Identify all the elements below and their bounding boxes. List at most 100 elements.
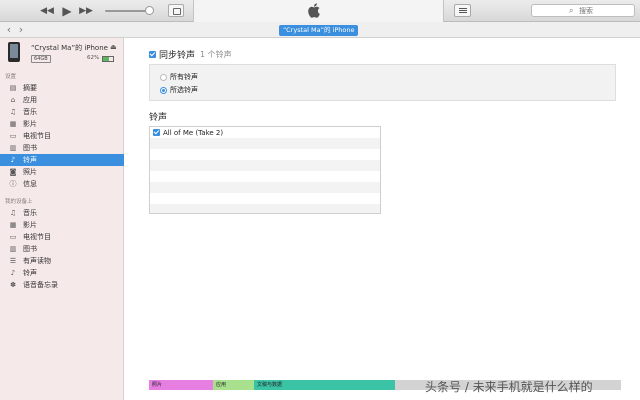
music-icon: ♫ [9,108,17,116]
navigation-bar: ‹ › “Crystal Ma”的 iPhone [0,22,640,38]
sidebar-item-label: 信息 [23,180,37,188]
ringtone-row[interactable]: All of Me (Take 2) [150,127,380,138]
apps-icon: ⌂ [10,96,16,104]
sidebar-item-label: 音乐 [23,209,37,217]
ringtones-title: 铃声 [149,113,168,123]
music-icon: ♫ [9,209,17,217]
battery-percent: 62% [87,55,100,61]
battery-icon [102,56,114,62]
radio-selected[interactable] [160,86,167,94]
device-item-audiobooks[interactable]: ☰ 有声读物 [0,255,124,267]
sidebar-item-label: 图书 [23,144,37,152]
sidebar: “Crystal Ma”的 iPhone ⏏ 64GB 62% 设置 ▤ 摘要 ⌂ 应… [0,38,124,400]
search-icon: ⌕ [569,6,574,15]
forward-button[interactable]: › [15,23,27,36]
option-all-ringtones[interactable]: 所有铃声 [160,72,198,82]
ringtone-checkbox[interactable] [153,129,160,136]
capacity-photos: 照片 [149,380,213,390]
device-button[interactable]: “Crystal Ma”的 iPhone [279,25,359,36]
sync-label: 同步铃声 [159,51,196,61]
summary-icon: ▤ [9,84,17,92]
play-icon[interactable]: ▶ [60,4,74,18]
fast-forward-icon[interactable]: ▶▶ [79,4,93,17]
tv-icon: ▭ [9,132,17,140]
volume-knob[interactable] [145,6,154,15]
camera-icon: ◙ [9,168,17,176]
empty-row [150,149,380,160]
sidebar-item-music[interactable]: ♫ 音乐 [0,106,124,118]
sidebar-item-label: 图书 [23,245,37,253]
device-name: “Crystal Ma”的 iPhone [31,44,108,52]
device-item-bell[interactable]: ♪ 铃声 [0,267,124,279]
empty-row [150,160,380,171]
settings-header: 设置 [5,74,17,80]
sidebar-item-label: 影片 [23,221,37,229]
sidebar-item-label: 语音备忘录 [23,281,58,289]
sidebar-item-label: 应用 [23,96,37,104]
sidebar-item-label: 摘要 [23,84,37,92]
battery-level [103,57,110,61]
sidebar-item-apps[interactable]: ⌂ 应用 [0,94,124,106]
sidebar-item-label: 铃声 [23,269,37,277]
sync-options-box: 所有铃声 所选铃声 [149,64,616,101]
back-button[interactable]: ‹ [3,23,15,36]
capacity-apps: 应用 [213,380,254,390]
empty-row [150,182,380,193]
sidebar-item-books[interactable]: ▥ 图书 [0,142,124,154]
capacity-docs: 文稿与数据 [254,380,395,390]
option-selected-label: 所选铃声 [170,86,198,94]
option-selected-ringtones[interactable]: 所选铃声 [160,85,198,95]
movies-icon: ▦ [9,221,17,229]
device-item-books[interactable]: ▥ 图书 [0,243,124,255]
audiobooks-icon: ☰ [9,257,17,265]
ringtones-list: All of Me (Take 2) [149,126,381,214]
ringtone-name: All of Me (Take 2) [163,128,224,137]
device-item-tv[interactable]: ▭ 电视节目 [0,231,124,243]
airplay-button[interactable] [168,4,184,17]
iphone-icon [8,42,20,62]
watermark: 头条号 / 未来手机就是什么样的 [425,380,593,394]
sidebar-item-bell[interactable]: ♪ 铃声 [0,154,124,166]
sidebar-item-label: 影片 [23,120,37,128]
tv-icon: ▭ [9,233,17,241]
sidebar-item-label: 铃声 [23,156,37,164]
empty-row [150,193,380,204]
bell-icon: ♪ [10,156,16,164]
sync-count: 1 个铃声 [200,50,232,59]
sidebar-item-summary[interactable]: ▤ 摘要 [0,82,124,94]
empty-row [150,171,380,182]
device-item-music[interactable]: ♫ 音乐 [0,207,124,219]
toolbar: ◀◀ ▶ ▶▶ ⌕ [0,0,640,22]
info-icon: ⓘ [9,180,17,188]
radio-all[interactable] [160,73,167,81]
option-all-label: 所有铃声 [170,73,198,81]
sidebar-item-label: 照片 [23,168,37,176]
on-device-header: 我的设备上 [5,199,33,205]
voice-memo-icon: ✽ [10,281,16,289]
books-icon: ▥ [9,245,17,253]
sidebar-item-label: 音乐 [23,108,37,116]
sync-ringtones-row[interactable]: 同步铃声 1 个铃声 [149,49,232,61]
search-input[interactable] [579,6,629,16]
list-icon[interactable] [454,4,471,17]
sidebar-item-movies[interactable]: ▦ 影片 [0,118,124,130]
eject-icon[interactable]: ⏏ [110,43,117,51]
search-field[interactable]: ⌕ [531,4,635,17]
apple-logo-icon [308,3,320,18]
movies-icon: ▦ [9,120,17,128]
empty-row [150,204,380,213]
books-icon: ▥ [9,144,17,152]
sync-checkbox[interactable] [149,51,156,58]
sidebar-item-info[interactable]: ⓘ 信息 [0,178,124,190]
sidebar-item-label: 电视节目 [23,132,51,140]
sidebar-item-label: 电视节目 [23,233,51,241]
capacity-badge: 64GB [31,55,51,63]
sidebar-item-camera[interactable]: ◙ 照片 [0,166,124,178]
sidebar-item-tv[interactable]: ▭ 电视节目 [0,130,124,142]
device-item-voice-memo[interactable]: ✽ 语音备忘录 [0,279,124,291]
rewind-icon[interactable]: ◀◀ [40,4,54,17]
sidebar-item-label: 有声读物 [23,257,51,265]
device-item-movies[interactable]: ▦ 影片 [0,219,124,231]
empty-row [150,138,380,149]
bell-icon: ♪ [10,269,16,277]
